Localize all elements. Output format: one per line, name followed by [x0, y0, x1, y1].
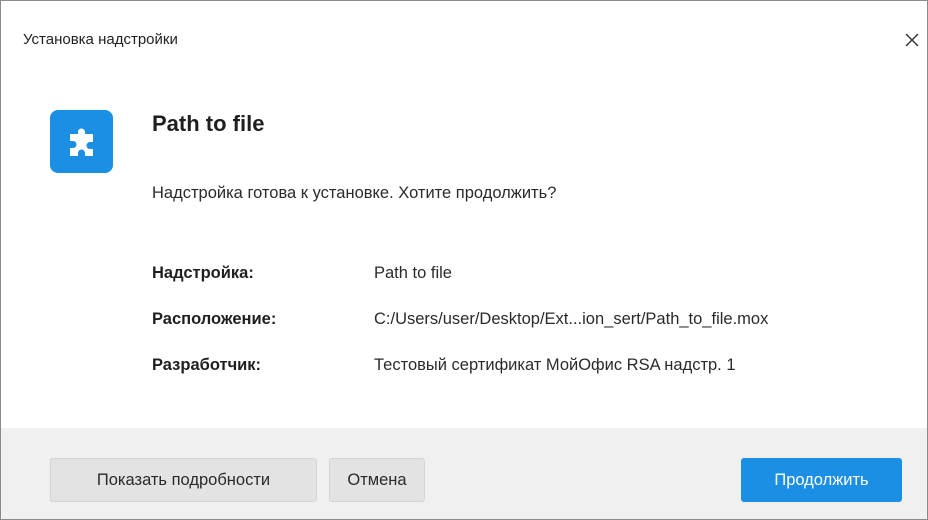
close-button[interactable]: [897, 23, 927, 57]
show-details-button[interactable]: Показать подробности: [50, 458, 317, 502]
detail-value: Path to file: [374, 264, 452, 282]
close-icon: [905, 33, 919, 47]
dialog-title: Установка надстройки: [23, 31, 178, 48]
addin-install-dialog: Установка надстройки Path to file Надстр…: [0, 0, 928, 520]
addin-icon: [50, 110, 113, 173]
install-prompt-message: Надстройка готова к установке. Хотите пр…: [152, 184, 557, 202]
button-bar: Показать подробности Отмена Продолжить: [1, 428, 927, 519]
puzzle-piece-icon: [69, 128, 93, 156]
detail-label: Расположение:: [152, 310, 277, 328]
addin-name-heading: Path to file: [152, 111, 265, 136]
continue-button[interactable]: Продолжить: [741, 458, 902, 502]
detail-value: Тестовый сертификат МойОфис RSA надстр. …: [374, 356, 736, 374]
title-bar: Установка надстройки: [1, 1, 927, 81]
detail-label: Разработчик:: [152, 356, 262, 374]
detail-value: C:/Users/user/Desktop/Ext...ion_sert/Pat…: [374, 310, 769, 328]
detail-label: Надстройка:: [152, 264, 254, 282]
cancel-button[interactable]: Отмена: [329, 458, 425, 502]
